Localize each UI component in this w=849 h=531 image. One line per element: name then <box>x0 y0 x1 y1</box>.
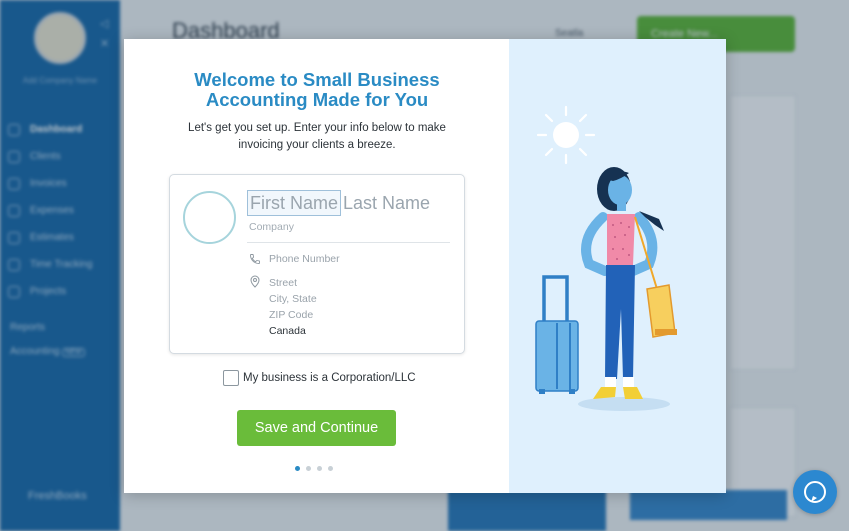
pagination-dot[interactable] <box>328 466 333 471</box>
logo-upload-circle[interactable] <box>183 191 236 244</box>
last-name-input[interactable]: Last Name <box>343 191 430 215</box>
modal-title-line: Accounting Made for You <box>205 89 429 110</box>
help-chat-button[interactable] <box>793 470 837 514</box>
modal-subtitle-line: Let's get you set up. Enter your info be… <box>188 122 446 134</box>
location-pin-icon <box>250 275 260 288</box>
phone-input[interactable]: Phone Number <box>269 253 340 265</box>
company-input[interactable]: Company <box>249 221 294 233</box>
suitcase <box>535 275 579 394</box>
pagination-dot[interactable] <box>295 466 300 471</box>
help-chat-icon <box>804 481 826 503</box>
phone-field-row: Phone Number <box>249 253 340 265</box>
corporation-checkbox-row[interactable]: My business is a Corporation/LLC <box>223 370 416 386</box>
corporation-checkbox[interactable] <box>223 370 239 386</box>
name-fields: First Name Last Name <box>247 190 430 216</box>
corporation-checkbox-label[interactable]: My business is a Corporation/LLC <box>243 372 416 384</box>
save-and-continue-button[interactable]: Save and Continue <box>237 410 396 446</box>
modal-title-line: Welcome to Small Business <box>194 69 440 90</box>
modal-title: Welcome to Small Business Accounting Mad… <box>168 70 466 110</box>
sun-disc <box>553 122 579 148</box>
onboarding-modal: Welcome to Small Business Accounting Mad… <box>124 39 726 493</box>
phone-icon <box>250 254 260 264</box>
woman-figure <box>581 167 677 399</box>
address-fields: Street City, State ZIP Code Canada <box>269 275 317 339</box>
illustration-panel <box>509 39 726 493</box>
pagination-dot[interactable] <box>317 466 322 471</box>
traveler-illustration <box>535 105 677 411</box>
street-input[interactable]: Street <box>269 275 317 291</box>
divider <box>247 242 450 243</box>
address-field-row: Street City, State ZIP Code Canada <box>249 275 317 339</box>
modal-subtitle-line: invoicing your clients a breeze. <box>238 139 396 151</box>
pagination-dot[interactable] <box>306 466 311 471</box>
country-select[interactable]: Canada <box>269 323 317 339</box>
business-info-card: First Name Last Name Company Phone Numbe… <box>169 174 465 354</box>
first-name-input[interactable]: First Name <box>247 190 342 216</box>
pagination-dots <box>295 466 339 471</box>
modal-subtitle: Let's get you set up. Enter your info be… <box>170 120 464 154</box>
modal-form-panel: Welcome to Small Business Accounting Mad… <box>124 39 509 493</box>
city-state-input[interactable]: City, State <box>269 291 317 307</box>
ground-shadow <box>578 397 670 411</box>
zip-input[interactable]: ZIP Code <box>269 307 317 323</box>
